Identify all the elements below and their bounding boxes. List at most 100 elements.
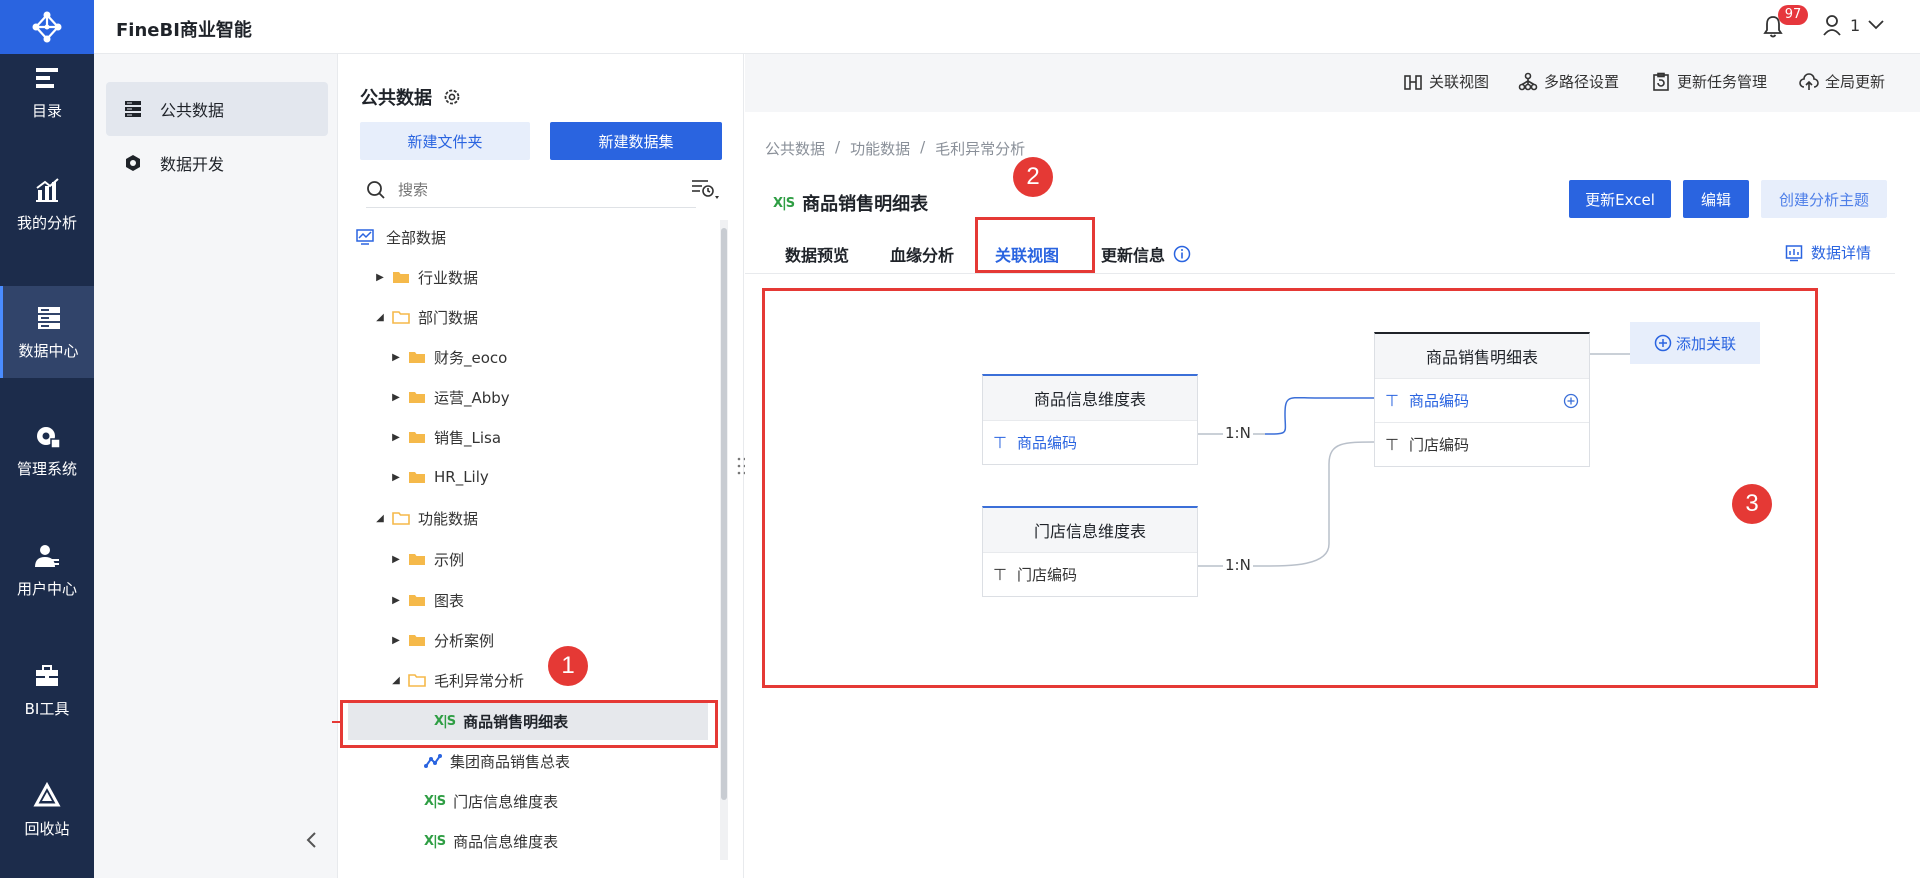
new-folder-button[interactable]: 新建文件夹 [360, 122, 530, 160]
toolbar-label: 更新任务管理 [1677, 73, 1768, 91]
breadcrumb-item[interactable]: 功能数据 [850, 138, 910, 159]
tree-item-label: HR_Lily [434, 468, 489, 486]
caret-right-icon[interactable]: ▶ [390, 352, 402, 363]
tab-data-preview[interactable]: 数据预览 [785, 242, 849, 266]
nav-item-recycle-bin[interactable]: 回收站 [0, 764, 94, 856]
annotation-box-2 [975, 217, 1095, 273]
tab-lineage[interactable]: 血缘分析 [890, 242, 954, 266]
filter-sort-icon[interactable] [690, 176, 720, 202]
create-topic-button[interactable]: 创建分析主题 [1761, 180, 1887, 218]
data-tree-panel: 公共数据 新建文件夹 新建数据集 全部数据 ▶ 行业数据 ◢ 部门数据 ▶ 财务… [338, 54, 744, 878]
folder-icon [409, 635, 425, 646]
caret-right-icon[interactable]: ▶ [390, 472, 402, 483]
tree-item-dataset[interactable]: X|S 商品信息维度表 [338, 822, 718, 860]
relation-view-icon [1404, 74, 1422, 90]
bi-tools-icon [36, 664, 58, 686]
search-icon [367, 180, 385, 199]
tree-item-folder[interactable]: ▶ 示例 [338, 540, 718, 578]
caret-right-icon[interactable]: ▶ [390, 554, 402, 565]
data-center-subnav: 公共数据 数据开发 [94, 54, 338, 878]
subnav-item-data-dev[interactable]: 数据开发 [106, 136, 328, 190]
tree-item-label: 示例 [434, 550, 465, 569]
global-update-button[interactable]: 全局更新 [1799, 71, 1885, 92]
tab-update-info[interactable]: 更新信息 [1101, 242, 1191, 266]
subnav-label: 数据开发 [160, 155, 225, 174]
tree-item-folder[interactable]: ▶ 分析案例 [338, 621, 718, 659]
toolbar-label: 多路径设置 [1544, 73, 1620, 91]
folder-icon [409, 352, 425, 363]
tree-scrollbar-thumb[interactable] [721, 228, 727, 800]
update-excel-button[interactable]: 更新Excel [1569, 180, 1671, 218]
tree-item-folder[interactable]: ▶ 运营_Abby [338, 378, 718, 416]
user-center-icon [35, 544, 59, 567]
data-center-icon [37, 306, 60, 329]
nav-label: 我的分析 [16, 213, 77, 232]
toolbar-label: 全局更新 [1825, 73, 1886, 91]
caret-right-icon[interactable]: ▶ [390, 635, 402, 646]
breadcrumb: 公共数据 / 功能数据 / 毛利异常分析 [765, 138, 1025, 159]
nav-item-user-center[interactable]: 用户中心 [0, 524, 94, 616]
tree-item-folder[interactable]: ▶ 销售_Lisa [338, 418, 718, 456]
all-data-icon [356, 229, 374, 245]
caret-right-icon[interactable]: ▶ [390, 432, 402, 443]
nav-item-catalog[interactable]: 目录 [0, 46, 94, 138]
breadcrumb-separator: / [920, 138, 926, 156]
nav-item-management[interactable]: 管理系统 [0, 404, 94, 496]
tree-item-folder[interactable]: ▶ 财务_eoco [338, 338, 718, 376]
recycle-icon [33, 781, 61, 806]
tree-item-label: 门店信息维度表 [453, 792, 559, 811]
analysis-icon [36, 177, 59, 202]
tree-item-label: 销售_Lisa [434, 428, 502, 447]
gear-icon[interactable] [442, 87, 462, 107]
tree-item-folder[interactable]: ▶ 图表 [338, 581, 718, 619]
tab-label: 更新信息 [1101, 246, 1166, 265]
relation-view-button[interactable]: 关联视图 [1403, 71, 1489, 92]
multi-path-button[interactable]: 多路径设置 [1518, 71, 1619, 92]
page-title-text: 商品销售明细表 [802, 194, 929, 215]
folder-open-icon [392, 311, 410, 324]
edit-button[interactable]: 编辑 [1683, 180, 1749, 218]
nav-item-bi-tools[interactable]: BI工具 [0, 644, 94, 736]
data-dev-icon [126, 155, 140, 171]
breadcrumb-item[interactable]: 毛利异常分析 [935, 138, 1025, 159]
top-header: FineBI商业智能 97 1 [0, 0, 1920, 54]
caret-right-icon[interactable]: ▶ [390, 392, 402, 403]
breadcrumb-separator: / [835, 138, 841, 156]
logo[interactable] [0, 0, 94, 54]
caret-down-icon[interactable]: ◢ [390, 675, 402, 686]
caret-right-icon[interactable]: ▶ [374, 272, 386, 283]
breadcrumb-item[interactable]: 公共数据 [765, 138, 825, 159]
search-input[interactable] [398, 180, 658, 199]
annotation-number-2: 2 [1013, 157, 1053, 197]
tree-item-folder[interactable]: ▶ HR_Lily [338, 458, 718, 496]
user-menu[interactable]: 1 [1822, 14, 1884, 36]
nav-label: 用户中心 [16, 579, 77, 598]
chevron-down-icon [1868, 20, 1884, 30]
tree-item-folder[interactable]: ◢ 部门数据 [338, 298, 718, 336]
nav-item-data-center[interactable]: 数据中心 [0, 286, 94, 378]
tree-item-folder[interactable]: ◢ 功能数据 [338, 499, 718, 537]
caret-right-icon[interactable]: ▶ [390, 595, 402, 606]
finebi-logo-icon [32, 11, 62, 43]
tree-item-all-data[interactable]: 全部数据 [338, 218, 718, 256]
tree-item-label: 商品信息维度表 [453, 832, 559, 851]
app-title: FineBI商业智能 [116, 20, 252, 41]
tree-item-label: 财务_eoco [434, 348, 508, 367]
nav-item-my-analysis[interactable]: 我的分析 [0, 158, 94, 250]
collapse-sidebar-icon[interactable] [300, 828, 324, 852]
annotation-number-3: 3 [1732, 484, 1772, 524]
tree-item-dataset[interactable]: X|S 门店信息维度表 [338, 782, 718, 820]
tree-item-folder[interactable]: ▶ 行业数据 [338, 258, 718, 296]
new-dataset-button[interactable]: 新建数据集 [550, 122, 722, 160]
info-icon [1173, 245, 1191, 263]
nav-label: BI工具 [24, 699, 70, 718]
caret-down-icon[interactable]: ◢ [374, 513, 386, 524]
tree-item-folder[interactable]: ◢ 毛利异常分析 [338, 661, 718, 699]
nav-label: 数据中心 [18, 341, 79, 360]
subnav-item-public-data[interactable]: 公共数据 [106, 82, 328, 136]
folder-icon [409, 472, 425, 483]
tree-item-label: 集团商品销售总表 [450, 752, 571, 771]
data-detail-link[interactable]: 数据详情 [1785, 242, 1871, 263]
caret-down-icon[interactable]: ◢ [374, 312, 386, 323]
update-task-button[interactable]: 更新任务管理 [1651, 71, 1767, 92]
